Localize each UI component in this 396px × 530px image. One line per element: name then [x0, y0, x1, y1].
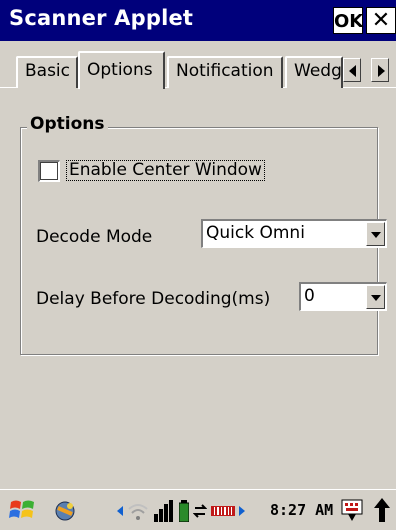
sync-icon[interactable] — [193, 500, 207, 522]
delay-before-decoding-value: 0 — [304, 286, 315, 306]
enable-center-window-checkbox[interactable] — [38, 160, 60, 182]
taskbar-clock[interactable]: 8:27 AM — [270, 501, 333, 519]
tab-strip: Basic Options Notification Wedg — [0, 41, 396, 89]
keyboard-icon[interactable] — [340, 497, 366, 523]
close-button[interactable]: ✕ — [366, 7, 396, 34]
tab-basic[interactable]: Basic — [16, 56, 78, 88]
enable-center-window-label[interactable]: Enable Center Window — [66, 160, 265, 181]
tab-scroll-right-button[interactable] — [371, 58, 389, 82]
tab-wedge[interactable]: Wedg — [285, 56, 343, 88]
decode-mode-value: Quick Omni — [206, 223, 305, 243]
windows-start-icon[interactable] — [8, 496, 36, 524]
delay-dropdown-button[interactable] — [366, 285, 385, 309]
tray-right-arrow-icon[interactable] — [239, 506, 245, 516]
decode-mode-dropdown-button[interactable] — [366, 222, 385, 246]
chevron-down-icon — [371, 232, 381, 238]
tray-left-arrow-icon[interactable] — [117, 506, 123, 516]
window-title: Scanner Applet — [9, 6, 194, 30]
barcode-icon[interactable] — [211, 504, 235, 518]
decode-mode-label: Decode Mode — [36, 227, 153, 247]
chevron-right-icon — [378, 65, 385, 77]
options-group-title: Options — [27, 114, 109, 134]
tab-scroll-left-button[interactable] — [343, 58, 361, 82]
battery-icon[interactable] — [179, 500, 189, 522]
delay-before-decoding-select[interactable]: 0 — [299, 282, 387, 311]
tab-options[interactable]: Options — [78, 51, 165, 89]
title-bar: Scanner Applet OK ✕ — [0, 0, 396, 41]
wifi-icon[interactable] — [127, 500, 149, 522]
chevron-down-icon — [371, 295, 381, 301]
up-arrow-icon[interactable] — [372, 496, 392, 526]
tab-notification[interactable]: Notification — [167, 56, 283, 88]
ok-button[interactable]: OK — [333, 7, 363, 34]
options-panel: Options Enable Center Window Decode Mode… — [0, 89, 396, 489]
chevron-left-icon — [349, 65, 356, 77]
decode-mode-select[interactable]: Quick Omni — [201, 219, 387, 248]
scanner-app-icon[interactable] — [52, 498, 78, 524]
delay-before-decoding-label: Delay Before Decoding(ms) — [36, 289, 271, 309]
signal-bars-icon[interactable] — [153, 500, 175, 522]
taskbar: 8:27 AM — [0, 489, 396, 530]
system-tray — [117, 499, 245, 523]
